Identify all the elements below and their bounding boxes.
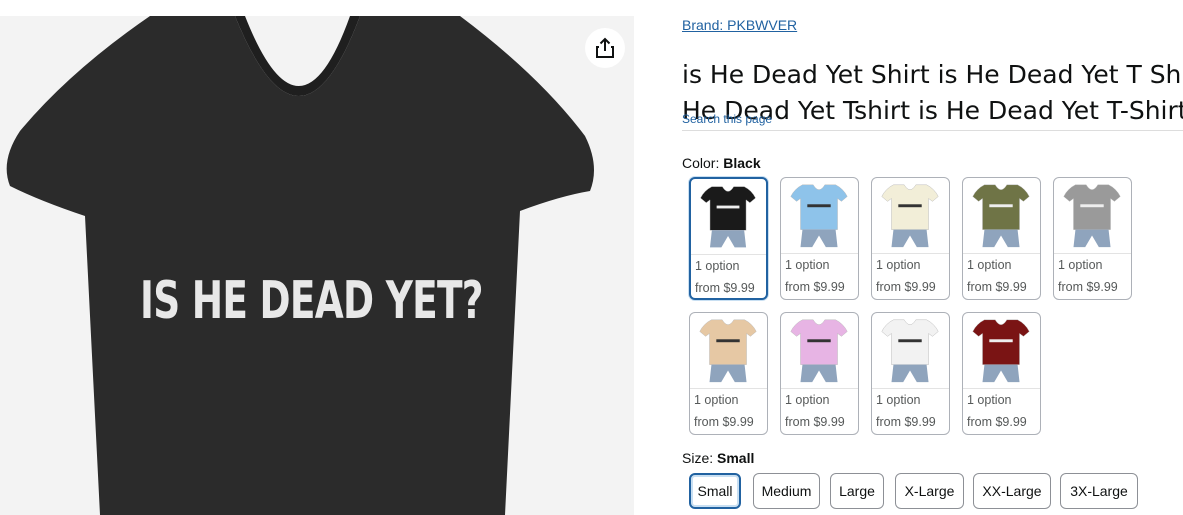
selected-color: Black	[723, 155, 761, 171]
shirt-print-text: IS HE DEAD YET?	[140, 271, 483, 331]
brand-link[interactable]: Brand: PKBWVER	[682, 17, 797, 33]
size-option-x-large[interactable]: X-Large	[895, 473, 964, 509]
selected-size: Small	[717, 450, 755, 466]
size-label-text: Size:	[682, 450, 714, 466]
color-swatch[interactable]: 1 option from $9.99	[962, 177, 1041, 300]
swatch-price: from $9.99	[967, 280, 1027, 294]
share-icon	[596, 37, 614, 58]
swatch-price: from $9.99	[694, 415, 754, 429]
swatch-option-count: 1 option	[967, 393, 1012, 407]
size-option-3x-large[interactable]: 3X-Large	[1060, 473, 1138, 509]
swatch-thumbnail	[690, 319, 767, 389]
color-swatch[interactable]: 1 option from $9.99	[871, 312, 950, 435]
swatch-price: from $9.99	[1058, 280, 1118, 294]
swatch-thumbnail	[963, 319, 1040, 389]
swatch-thumbnail	[872, 319, 949, 389]
color-label: Color: Black	[682, 155, 761, 171]
swatch-price: from $9.99	[967, 415, 1027, 429]
swatch-option-count: 1 option	[785, 258, 830, 272]
share-button[interactable]	[585, 28, 625, 68]
size-option-medium[interactable]: Medium	[753, 473, 820, 509]
tshirt-image	[6, 16, 594, 515]
swatch-option-count: 1 option	[694, 393, 739, 407]
color-swatch[interactable]: 1 option from $9.99	[1053, 177, 1132, 300]
color-label-text: Color:	[682, 155, 720, 171]
search-page-link[interactable]: Search this page	[682, 112, 772, 126]
swatch-thumbnail	[691, 186, 766, 255]
swatch-price: from $9.99	[876, 280, 936, 294]
swatch-option-count: 1 option	[1058, 258, 1103, 272]
color-swatch[interactable]: 1 option from $9.99	[871, 177, 950, 300]
size-option-small[interactable]: Small	[689, 473, 741, 509]
swatch-price: from $9.99	[785, 280, 845, 294]
title-line: is He Dead Yet Shirt is He Dead Yet T Sh…	[682, 59, 1183, 89]
swatch-option-count: 1 option	[695, 259, 740, 273]
swatch-thumbnail	[1054, 184, 1131, 254]
color-swatch[interactable]: 1 option from $9.99	[962, 312, 1041, 435]
swatch-thumbnail	[872, 184, 949, 254]
swatch-option-count: 1 option	[876, 393, 921, 407]
size-label: Size: Small	[682, 450, 754, 466]
size-option-xx-large[interactable]: XX-Large	[973, 473, 1051, 509]
divider	[682, 130, 1183, 131]
swatch-option-count: 1 option	[876, 258, 921, 272]
product-details: Brand: PKBWVER is He Dead Yet Shirt is H…	[682, 0, 1183, 515]
swatch-price: from $9.99	[876, 415, 936, 429]
color-swatch[interactable]: 1 option from $9.99	[689, 312, 768, 435]
product-image[interactable]: IS HE DEAD YET?	[0, 16, 634, 515]
swatch-price: from $9.99	[695, 281, 755, 295]
color-swatch[interactable]: 1 option from $9.99	[780, 177, 859, 300]
swatch-option-count: 1 option	[785, 393, 830, 407]
color-swatch[interactable]: 1 option from $9.99	[689, 177, 768, 300]
swatch-thumbnail	[781, 319, 858, 389]
swatch-thumbnail	[781, 184, 858, 254]
swatch-price: from $9.99	[785, 415, 845, 429]
swatch-thumbnail	[963, 184, 1040, 254]
color-swatch[interactable]: 1 option from $9.99	[780, 312, 859, 435]
size-option-large[interactable]: Large	[830, 473, 884, 509]
swatch-option-count: 1 option	[967, 258, 1012, 272]
